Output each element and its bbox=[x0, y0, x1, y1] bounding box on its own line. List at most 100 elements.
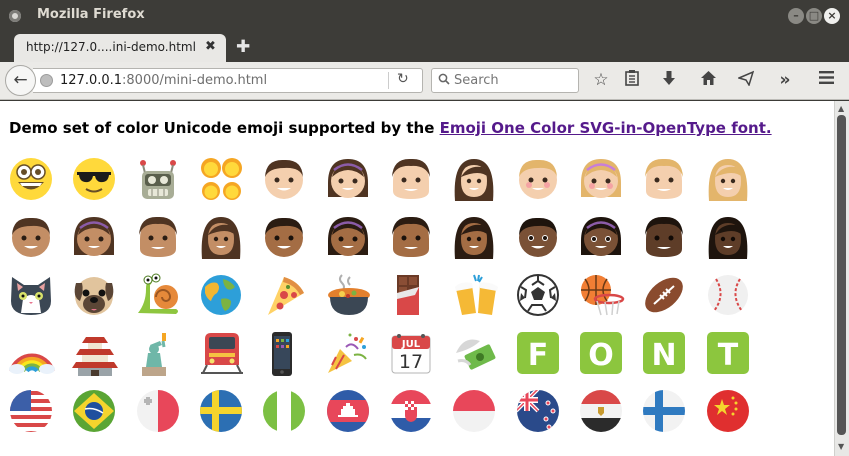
overflow-chevron-icon[interactable]: » bbox=[775, 70, 795, 90]
girl-dark-skin-icon bbox=[579, 215, 642, 273]
home-icon[interactable] bbox=[698, 70, 718, 91]
font-tile-n: N bbox=[642, 331, 705, 389]
font-tile-t: T bbox=[706, 331, 769, 389]
tab-strip: http://127.0....ini-demo.html ✖ ✚ bbox=[0, 32, 849, 62]
woman-medium-dark-skin-icon bbox=[452, 215, 515, 273]
money-flying-icon bbox=[452, 331, 515, 389]
man-face-icon bbox=[389, 157, 452, 215]
emoji-row-faces bbox=[9, 157, 769, 215]
url-bar[interactable]: 127.0.0.1:8000/mini-demo.html ↻ bbox=[33, 68, 423, 93]
cat-face-icon bbox=[9, 273, 72, 331]
flag-sweden-icon bbox=[199, 389, 262, 447]
man-medium-dark-skin-icon bbox=[389, 215, 452, 273]
calendar-icon: JUL 17 bbox=[389, 331, 452, 389]
flag-finland-icon bbox=[642, 389, 705, 447]
flag-croatia-icon bbox=[389, 389, 452, 447]
calendar-month: JUL bbox=[401, 339, 421, 350]
download-icon[interactable] bbox=[659, 70, 679, 91]
calendar-day: 17 bbox=[399, 351, 423, 373]
girl-medium-skin-icon bbox=[72, 215, 135, 273]
dog-face-icon bbox=[72, 273, 135, 331]
sunglasses-face-icon bbox=[72, 157, 135, 215]
grinning-face-icon bbox=[9, 157, 72, 215]
chocolate-bar-icon bbox=[389, 273, 452, 331]
statue-of-liberty-icon bbox=[136, 331, 199, 389]
search-bar[interactable] bbox=[431, 68, 579, 93]
blond-woman-face-icon bbox=[706, 157, 769, 215]
url-divider bbox=[388, 72, 389, 89]
baseball-icon bbox=[706, 273, 769, 331]
party-popper-icon bbox=[326, 331, 389, 389]
navigation-toolbar: 127.0.0.1:8000/mini-demo.html ↻ ← ☆ » bbox=[0, 62, 849, 100]
flag-cambodia-icon bbox=[326, 389, 389, 447]
font-tile-f: F bbox=[516, 331, 579, 389]
emoji-row-objects bbox=[9, 273, 769, 331]
reload-icon[interactable]: ↻ bbox=[397, 71, 409, 87]
blond-man-face-icon bbox=[642, 157, 705, 215]
window-app-icon bbox=[9, 10, 21, 22]
font-letter-o: O bbox=[588, 338, 614, 373]
football-icon bbox=[642, 273, 705, 331]
woman-medium-skin-icon bbox=[199, 215, 262, 273]
flag-egypt-icon bbox=[579, 389, 642, 447]
japanese-castle-icon bbox=[72, 331, 135, 389]
font-tile-o: O bbox=[579, 331, 642, 389]
mobile-phone-icon bbox=[262, 331, 325, 389]
emoji-row-places: JUL 17 F O N T bbox=[9, 331, 769, 389]
woman-dark-skin-icon bbox=[706, 215, 769, 273]
tab-mini-demo[interactable]: http://127.0....ini-demo.html ✖ bbox=[14, 34, 226, 62]
url-host: 127.0.0.1 bbox=[60, 73, 123, 88]
send-icon[interactable] bbox=[736, 70, 756, 91]
stew-pot-icon bbox=[326, 273, 389, 331]
url-text[interactable]: 127.0.0.1:8000/mini-demo.html bbox=[60, 73, 267, 88]
tab-close-icon[interactable]: ✖ bbox=[205, 39, 216, 54]
emoji-grid: JUL 17 F O N T bbox=[9, 157, 769, 447]
blond-girl-face-icon bbox=[579, 157, 642, 215]
vertical-scrollbar[interactable]: ▲ ▼ bbox=[834, 101, 849, 456]
boy-face-icon bbox=[262, 157, 325, 215]
page-content: Demo set of color Unicode emoji supporte… bbox=[0, 101, 834, 456]
search-input[interactable] bbox=[454, 72, 574, 89]
back-arrow-icon[interactable]: ← bbox=[5, 65, 36, 96]
site-identity-icon[interactable] bbox=[40, 74, 53, 87]
reading-list-icon[interactable] bbox=[622, 70, 642, 91]
window-close-button[interactable]: × bbox=[824, 8, 840, 24]
bookmark-star-icon[interactable]: ☆ bbox=[591, 70, 611, 90]
pizza-icon bbox=[262, 273, 325, 331]
window-titlebar: Mozilla Firefox – □ × bbox=[0, 0, 849, 32]
woman-face-icon bbox=[452, 157, 515, 215]
girl-face-icon bbox=[326, 157, 389, 215]
flag-usa-icon bbox=[9, 389, 72, 447]
menu-hamburger-icon[interactable] bbox=[816, 70, 836, 90]
boy-dark-skin-icon bbox=[516, 215, 579, 273]
emoji-row-skin-tones bbox=[9, 215, 769, 273]
window-minimize-button[interactable]: – bbox=[788, 8, 804, 24]
man-medium-skin-icon bbox=[136, 215, 199, 273]
heading-text: Demo set of color Unicode emoji supporte… bbox=[9, 119, 440, 137]
scroll-up-arrow-icon[interactable]: ▲ bbox=[838, 104, 844, 113]
flag-nigeria-icon bbox=[262, 389, 325, 447]
window-maximize-button[interactable]: □ bbox=[806, 8, 822, 24]
rainbow-icon bbox=[9, 331, 72, 389]
font-letter-f: F bbox=[527, 338, 548, 373]
scrollbar-thumb[interactable] bbox=[837, 115, 846, 435]
flag-china-icon bbox=[706, 389, 769, 447]
search-icon bbox=[438, 73, 450, 88]
font-letter-t: T bbox=[717, 338, 738, 373]
flag-indonesia-icon bbox=[452, 389, 515, 447]
tab-title: http://127.0....ini-demo.html bbox=[26, 40, 196, 54]
window-title: Mozilla Firefox bbox=[37, 7, 145, 22]
url-path: :8000/mini-demo.html bbox=[122, 73, 268, 88]
boy-medium-skin-icon bbox=[9, 215, 72, 273]
basketball-hoop-icon bbox=[579, 273, 642, 331]
new-tab-button[interactable]: ✚ bbox=[236, 37, 250, 57]
man-dark-skin-icon bbox=[642, 215, 705, 273]
family-icon bbox=[199, 157, 262, 215]
flag-malta-icon bbox=[136, 389, 199, 447]
blond-boy-face-icon bbox=[516, 157, 579, 215]
page-heading: Demo set of color Unicode emoji supporte… bbox=[9, 119, 772, 137]
font-letter-n: N bbox=[652, 338, 677, 373]
scroll-down-arrow-icon[interactable]: ▼ bbox=[838, 442, 844, 451]
emoji-one-font-link[interactable]: Emoji One Color SVG-in-OpenType font. bbox=[440, 119, 772, 137]
snail-icon bbox=[136, 273, 199, 331]
